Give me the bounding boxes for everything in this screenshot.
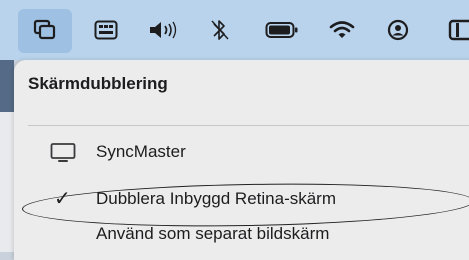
user-switch-button[interactable] [376, 0, 420, 60]
menu-bar [0, 0, 469, 60]
input-source-button[interactable] [84, 0, 128, 60]
battery-button[interactable] [256, 0, 308, 60]
screen-mirroring-button[interactable] [18, 0, 72, 60]
battery-icon [265, 22, 298, 38]
menu-divider [28, 125, 469, 126]
wifi-icon [329, 21, 355, 38]
wifi-button[interactable] [320, 0, 364, 60]
bluetooth-icon [211, 20, 229, 40]
menu-item-label: SyncMaster [96, 142, 186, 161]
volume-button[interactable] [140, 0, 190, 60]
partial-icon [448, 19, 469, 41]
speaker-icon [150, 21, 177, 39]
control-center-button[interactable] [448, 0, 469, 60]
bluetooth-button[interactable] [200, 0, 240, 60]
menu-item-label: Använd som separat bildskärm [96, 224, 330, 243]
user-icon [387, 19, 409, 41]
mirror-display-icon [33, 19, 56, 40]
desktop-background-lower [0, 112, 14, 252]
menu-item-syncmaster[interactable]: SyncMaster [14, 136, 469, 170]
keyboard-input-icon [94, 20, 118, 40]
display-icon [50, 142, 76, 169]
menu-title: Skärmdubblering [28, 74, 168, 93]
